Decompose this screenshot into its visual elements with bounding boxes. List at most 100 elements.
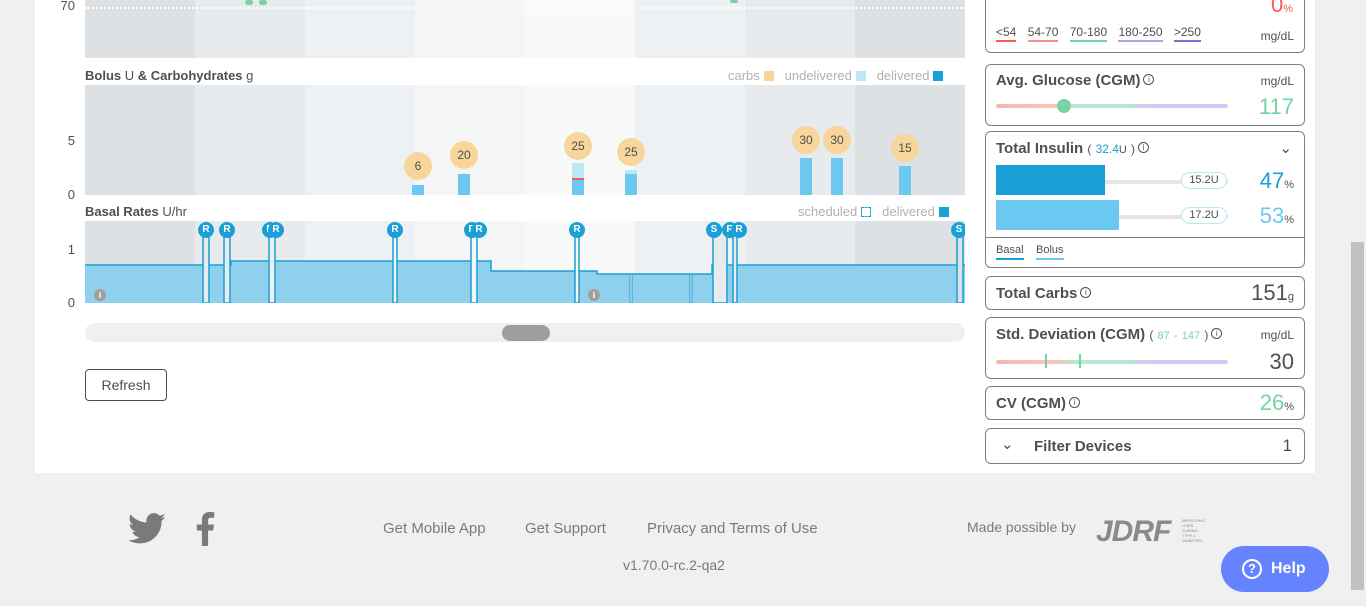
total-carbs-value: 151g <box>1251 280 1294 305</box>
basal-insulin-bar <box>996 165 1105 195</box>
bolus-bar[interactable] <box>625 174 637 195</box>
basal-marker[interactable]: S <box>951 222 965 238</box>
std-dev-range-marker <box>1079 354 1081 368</box>
question-icon: ? <box>1242 559 1262 579</box>
tab-basal[interactable]: Basal <box>996 244 1024 260</box>
chevron-down-icon[interactable]: ⌄ <box>1279 139 1292 157</box>
undelivered-bolus-bar[interactable] <box>572 163 584 179</box>
avg-glucose-slider-track <box>996 104 1228 108</box>
info-icon[interactable]: i <box>1080 287 1092 298</box>
bolus-chart-plot: 6 20 25 25 30 30 15 <box>85 85 965 195</box>
range-label-target: 70-180 <box>1069 25 1108 42</box>
std-dev-slider-track <box>996 360 1228 364</box>
info-icon[interactable]: i <box>94 289 106 301</box>
info-icon[interactable]: i <box>1069 397 1080 408</box>
range-value: 0% <box>1270 0 1293 17</box>
basal-marker[interactable]: R <box>387 222 403 238</box>
basal-marker[interactable]: R <box>198 222 214 238</box>
chevron-down-icon[interactable]: ⌄ <box>1001 435 1014 453</box>
bolus-bar[interactable] <box>412 185 424 195</box>
chart-scroll-thumb[interactable] <box>502 325 550 341</box>
help-button[interactable]: ? Help <box>1221 546 1329 592</box>
std-dev-title: Std. Deviation (CGM) ( 87 - 147 ) i <box>996 326 1223 343</box>
bolus-bar[interactable] <box>572 180 584 195</box>
carb-bubble[interactable]: 25 <box>617 138 645 166</box>
filter-devices-title[interactable]: Filter Devices <box>1034 438 1132 455</box>
cv-value: 26% <box>1259 390 1294 415</box>
facebook-icon[interactable] <box>195 512 215 546</box>
carb-bubble[interactable]: 25 <box>564 132 592 160</box>
basal-chart-plot: R R R R R R R R S R R S i i <box>85 221 965 303</box>
avg-glucose-slider-dot <box>1057 99 1071 113</box>
avg-glucose-panel: Avg. Glucose (CGM) i mg/dL 117 <box>985 64 1305 126</box>
bolus-pct: 53% <box>1259 203 1294 228</box>
basal-marker[interactable]: R <box>731 222 747 238</box>
basal-marker[interactable]: R <box>471 222 487 238</box>
range-label-low: 54-70 <box>1027 25 1059 42</box>
info-icon[interactable]: i <box>1143 74 1155 85</box>
privacy-terms-link[interactable]: Privacy and Terms of Use <box>647 520 818 537</box>
total-insulin-title: Total Insulin ( 32.4U ) i <box>996 140 1150 157</box>
get-support-link[interactable]: Get Support <box>525 520 606 537</box>
bolus-bar[interactable] <box>458 174 470 195</box>
basal-axis-tick-0: 0 <box>67 295 75 310</box>
refresh-button[interactable]: Refresh <box>85 369 167 401</box>
std-dev-value: 30 <box>1269 349 1294 374</box>
basal-marker[interactable]: R <box>219 222 235 238</box>
carb-bubble[interactable]: 30 <box>792 126 820 154</box>
avg-glucose-title: Avg. Glucose (CGM) i <box>996 72 1155 89</box>
basal-amount-pill: 15.2U <box>1181 172 1227 189</box>
basal-delivered-area <box>85 228 965 303</box>
basal-marker[interactable]: R <box>569 222 585 238</box>
info-icon[interactable]: i <box>1211 328 1223 339</box>
basal-legend: scheduled delivered <box>798 204 949 219</box>
range-labels: <54 54-70 70-180 180-250 >250 <box>996 25 1201 42</box>
bolus-chart-title: Bolus U & Carbohydrates g <box>85 68 254 83</box>
range-label-high: 180-250 <box>1118 25 1163 42</box>
basal-marker[interactable]: S <box>706 222 722 238</box>
avg-glucose-unit: mg/dL <box>1260 74 1294 88</box>
help-label: Help <box>1271 560 1306 577</box>
range-unit: mg/dL <box>1260 29 1294 43</box>
avg-glucose-value: 117 <box>1258 94 1294 119</box>
page-scrollbar-thumb[interactable] <box>1351 242 1364 590</box>
jdrf-logo[interactable]: JDRF IMPROVING LIVES. CURING TYPE 1 DIABETES… <box>1096 515 1216 548</box>
bolus-amount-pill: 17.2U <box>1181 207 1227 224</box>
filter-devices-panel[interactable]: ⌄ Filter Devices 1 <box>985 428 1305 464</box>
std-dev-range-marker <box>1045 354 1047 368</box>
version-text: v1.70.0-rc.2-qa2 <box>623 557 725 573</box>
bg-chart-plot <box>85 0 965 58</box>
bolus-insulin-bar <box>996 200 1119 230</box>
basal-axis-tick-1: 1 <box>67 242 75 257</box>
bolus-axis-tick-0: 0 <box>67 187 75 202</box>
range-label-veryhigh: >250 <box>1173 25 1201 42</box>
glucose-point <box>259 0 267 5</box>
bolus-bar[interactable] <box>800 158 812 195</box>
basal-marker[interactable]: R <box>268 222 284 238</box>
bolus-bar[interactable] <box>831 158 843 195</box>
carb-bubble[interactable]: 15 <box>891 134 919 162</box>
info-icon[interactable]: i <box>588 289 600 301</box>
std-deviation-panel: Std. Deviation (CGM) ( 87 - 147 ) i mg/dL… <box>985 317 1305 379</box>
total-insulin-panel: Total Insulin ( 32.4U ) i ⌄ 15.2U 47% 17.… <box>985 131 1305 268</box>
carb-bubble[interactable]: 20 <box>450 141 478 169</box>
bg-axis-tick-70: 70 <box>60 0 75 13</box>
made-possible-text: Made possible by <box>967 519 1076 535</box>
std-dev-unit: mg/dL <box>1260 328 1294 342</box>
cv-panel: CV (CGM) i 26% <box>985 386 1305 420</box>
twitter-icon[interactable] <box>125 513 169 547</box>
carb-bubble[interactable]: 30 <box>823 126 851 154</box>
get-mobile-app-link[interactable]: Get Mobile App <box>383 520 486 537</box>
total-carbs-title: Total Carbs i <box>996 285 1092 302</box>
bolus-bar[interactable] <box>899 166 911 195</box>
range-label-verylow: <54 <box>996 25 1017 42</box>
tab-bolus[interactable]: Bolus <box>1036 244 1064 260</box>
basal-chart-title: Basal Rates U/hr <box>85 204 187 219</box>
info-icon[interactable]: i <box>1138 142 1150 153</box>
bolus-axis-tick-5: 5 <box>67 133 75 148</box>
filter-devices-count: 1 <box>1282 436 1292 455</box>
carb-bubble[interactable]: 6 <box>404 152 432 180</box>
total-carbs-panel: Total Carbs i 151g <box>985 276 1305 310</box>
glucose-point <box>730 0 738 3</box>
cv-title: CV (CGM) i <box>996 395 1080 412</box>
